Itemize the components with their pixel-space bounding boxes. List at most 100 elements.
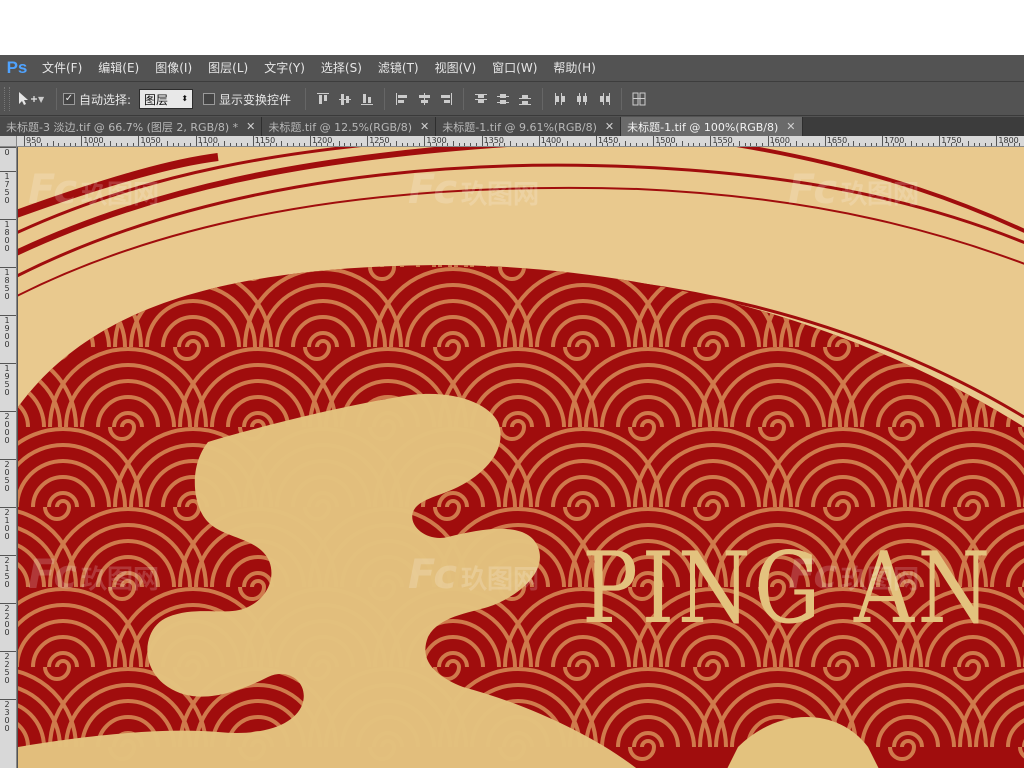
align-right-icon[interactable] xyxy=(436,89,456,109)
menu-view[interactable]: 视图(V) xyxy=(427,55,485,82)
close-icon[interactable]: ✕ xyxy=(605,120,614,133)
ruler-minor-tick xyxy=(521,143,523,146)
tab-document-3[interactable]: 未标题-1.tif @ 9.61%(RGB/8) ✕ xyxy=(436,117,622,136)
ruler-minor-tick xyxy=(412,143,414,146)
auto-select-label: 自动选择: xyxy=(79,92,132,107)
wave-spiral xyxy=(888,265,917,281)
align-left-icon[interactable] xyxy=(392,89,412,109)
ruler-tick xyxy=(367,136,369,146)
wave-arc xyxy=(941,315,1005,348)
ruler-minor-tick xyxy=(573,143,575,146)
menu-file[interactable]: 文件(F) xyxy=(34,55,90,82)
ruler-label: 2 1 0 0 xyxy=(4,508,10,541)
ruler-minor-tick xyxy=(321,143,323,146)
ruler-tick xyxy=(0,267,16,268)
auto-align-layers-icon[interactable] xyxy=(629,89,649,109)
ruler-minor-tick xyxy=(355,143,357,146)
align-top-icon[interactable] xyxy=(313,89,333,109)
ruler-tick xyxy=(0,147,16,148)
ruler-minor-tick xyxy=(241,143,243,146)
wave-arc xyxy=(730,265,826,268)
ruler-minor-tick xyxy=(944,143,946,146)
ruler-minor-tick xyxy=(733,143,735,146)
ps-logo-icon[interactable]: Ps xyxy=(0,55,34,82)
photoshop-window: Ps 文件(F) 编辑(E) 图像(I) 图层(L) 文字(Y) 选择(S) 滤… xyxy=(0,55,1024,768)
close-icon[interactable]: ✕ xyxy=(246,120,255,133)
ruler-minor-tick xyxy=(287,143,289,146)
ruler-tick xyxy=(710,136,712,146)
distribute-hcenter-icon[interactable] xyxy=(572,89,592,109)
wave-arc xyxy=(714,265,842,268)
ruler-minor-tick xyxy=(864,143,866,146)
separator xyxy=(621,88,623,110)
ruler-minor-tick xyxy=(41,143,43,146)
ruler-minor-tick xyxy=(910,141,912,146)
ruler-minor-tick xyxy=(104,143,106,146)
ruler-minor-tick xyxy=(830,143,832,146)
ruler-tick xyxy=(0,699,16,700)
menu-image[interactable]: 图像(I) xyxy=(147,55,200,82)
close-icon[interactable]: ✕ xyxy=(420,120,429,133)
ruler-minor-tick xyxy=(859,143,861,146)
menu-layer[interactable]: 图层(L) xyxy=(200,55,256,82)
ruler-minor-tick xyxy=(561,143,563,146)
distribute-top-icon[interactable] xyxy=(471,89,491,109)
tab-document-4-active[interactable]: 未标题-1.tif @ 100%(RGB/8) ✕ xyxy=(621,117,803,136)
ruler-tick xyxy=(0,315,16,316)
ruler-minor-tick xyxy=(727,143,729,146)
ruler-origin[interactable] xyxy=(0,136,17,147)
document-canvas[interactable]: PING AN Fc玖图网 Fc玖图网 Fc玖图网 Fc玖图网 Fc玖图网 Fc… xyxy=(18,147,1024,768)
ruler-minor-tick xyxy=(390,143,392,146)
updown-icon: ⬍ xyxy=(181,94,189,103)
ruler-minor-tick xyxy=(46,143,48,146)
ping-an-title: PING AN xyxy=(582,532,994,646)
ruler-minor-tick xyxy=(916,143,918,146)
menu-help[interactable]: 帮助(H) xyxy=(545,55,603,82)
align-vcenter-icon[interactable] xyxy=(335,89,355,109)
ruler-minor-tick xyxy=(447,143,449,146)
close-icon[interactable]: ✕ xyxy=(786,120,795,133)
ruler-minor-tick xyxy=(807,143,809,146)
ruler-minor-tick xyxy=(555,143,557,146)
wave-arc xyxy=(210,265,306,268)
ruler-minor-tick xyxy=(779,143,781,146)
ruler-minor-tick xyxy=(161,143,163,146)
ruler-label: 0 xyxy=(4,148,10,157)
ruler-minor-tick xyxy=(773,143,775,146)
ruler-minor-tick xyxy=(819,143,821,146)
menu-type[interactable]: 文字(Y) xyxy=(256,55,313,82)
menu-select[interactable]: 选择(S) xyxy=(313,55,370,82)
wave-arc xyxy=(226,265,290,268)
move-tool-icon[interactable]: ▼ xyxy=(16,87,50,111)
ruler-minor-tick xyxy=(315,143,317,146)
ruler-minor-tick xyxy=(64,143,66,146)
ruler-minor-tick xyxy=(1007,143,1009,146)
tab-document-2[interactable]: 未标题.tif @ 12.5%(RGB/8) ✕ xyxy=(262,117,437,136)
wave-arc xyxy=(80,265,176,268)
ruler-tick xyxy=(824,136,826,146)
align-bottom-icon[interactable] xyxy=(357,89,377,109)
ruler-label: 2 3 0 0 xyxy=(4,700,10,733)
tab-document-1[interactable]: 未标题-3 淡边.tif @ 66.7% (图层 2, RGB/8) * ✕ xyxy=(0,117,263,136)
ruler-minor-tick xyxy=(504,143,506,146)
auto-select-checkbox[interactable]: ✓ xyxy=(63,93,75,105)
distribute-vcenter-icon[interactable] xyxy=(493,89,513,109)
show-transform-checkbox[interactable] xyxy=(203,93,216,105)
distribute-left-icon[interactable] xyxy=(550,89,570,109)
menu-filter[interactable]: 滤镜(T) xyxy=(370,55,427,82)
align-hcenter-icon[interactable] xyxy=(414,89,434,109)
menu-edit[interactable]: 编辑(E) xyxy=(90,55,147,82)
distribute-right-icon[interactable] xyxy=(594,89,614,109)
menu-window[interactable]: 窗口(W) xyxy=(484,55,545,82)
ruler-minor-tick xyxy=(384,143,386,146)
ruler-tick xyxy=(596,136,597,146)
horizontal-ruler[interactable]: 950 1000 1050 1100 1150 1200 1250 1300 1350 1400 1… xyxy=(17,136,1024,147)
ruler-minor-tick xyxy=(533,143,535,146)
ruler-tick xyxy=(0,411,16,412)
ruler-minor-tick xyxy=(126,143,128,146)
ruler-minor-tick xyxy=(922,143,924,146)
options-grip[interactable] xyxy=(4,87,10,111)
vertical-ruler[interactable]: 0 1 7 5 0 1 8 0 0 1 8 5 0 1 9 0 0 1 9 5 0 2 0 … xyxy=(0,147,17,768)
distribute-bottom-icon[interactable] xyxy=(515,89,535,109)
auto-select-target-dropdown[interactable]: 图层 ⬍ xyxy=(139,89,194,109)
